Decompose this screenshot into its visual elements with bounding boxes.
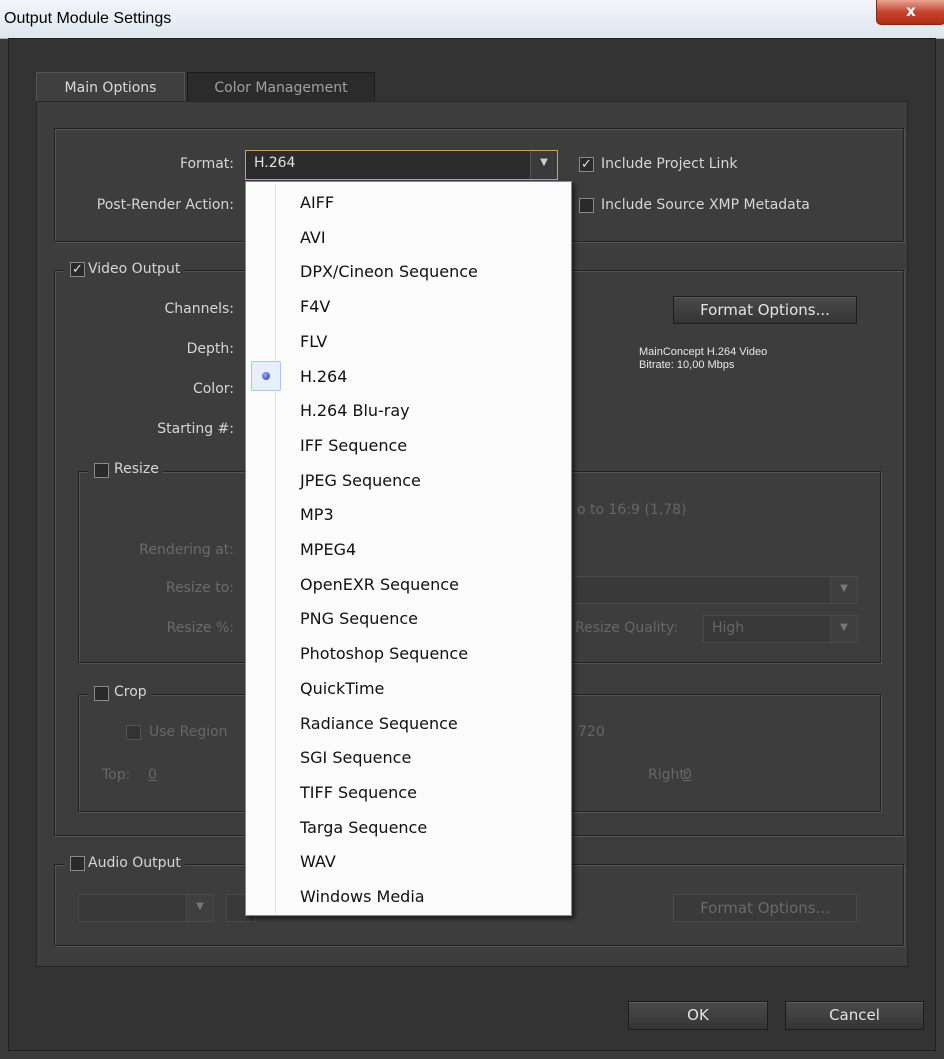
menu-item-label: WAV [300,852,336,872]
menu-item-label: FLV [300,331,328,351]
aspect-ratio-text: o to 16:9 (1,78) [577,502,687,518]
resize-to-label: Resize to: [165,580,234,596]
title-bar: Output Module Settings [0,0,944,39]
resize-checkbox[interactable] [94,463,109,478]
crop-top-label: Top: [102,767,131,783]
check-icon: ✓ [72,262,83,277]
resize-to-dropdown[interactable]: ▼ [572,576,858,604]
channels-label: Channels: [164,301,235,317]
menu-item-label: MP3 [300,505,334,525]
triangle-down-icon: ▼ [186,895,213,921]
menu-item-wav[interactable]: WAV [248,845,569,879]
menu-item-dpx-cineon-sequence[interactable]: DPX/Cineon Sequence [248,255,569,289]
menu-item-label: AIFF [300,193,335,212]
menu-item-radiance-sequence[interactable]: Radiance Sequence [248,707,569,741]
menu-item-label: DPX/Cineon Sequence [300,262,478,282]
menu-item-label: H.264 [300,366,348,386]
menu-item-label: H.264 Blu-ray [300,401,410,421]
menu-item-label: Targa Sequence [300,817,428,837]
close-icon: x [906,2,916,20]
crop-right-value[interactable]: 0 [683,767,692,783]
menu-item-label: SGI Sequence [300,748,412,768]
menu-item-windows-media[interactable]: Windows Media [248,880,569,914]
menu-item-label: PNG Sequence [300,609,419,629]
include-xmp-checkbox[interactable] [579,198,594,213]
audio-output-checkbox[interactable] [70,856,85,871]
menu-item-label: F4V [300,297,331,317]
resize-quality-value: High [712,620,745,636]
menu-item-h-264[interactable]: H.264 [248,360,569,394]
format-dropdown[interactable]: H.264 ▼ [245,150,558,180]
menu-item-sgi-sequence[interactable]: SGI Sequence [248,741,569,775]
ok-button[interactable]: OK [628,1001,768,1030]
audio-rate-dropdown[interactable]: ▼ [78,894,214,922]
menu-item-label: JPEG Sequence [300,470,421,490]
menu-item-quicktime[interactable]: QuickTime [248,672,569,706]
codec-info-line1: MainConcept H.264 Video [639,346,768,358]
resize-quality-label: Resize Quality: [575,620,679,636]
menu-item-tiff-sequence[interactable]: TIFF Sequence [248,776,569,810]
menu-item-avi[interactable]: AVI [248,221,569,255]
menu-item-png-sequence[interactable]: PNG Sequence [248,602,569,636]
triangle-down-icon: ▼ [530,151,557,179]
window-title: Output Module Settings [4,10,172,27]
check-icon: ✓ [581,157,592,172]
video-output-label: Video Output [88,261,181,277]
menu-item-label: AVI [300,227,326,247]
video-output-checkbox[interactable]: ✓ [70,262,85,277]
menu-item-aiff[interactable]: AIFF [248,186,569,220]
codec-info-line2: Bitrate: 10,00 Mbps [639,359,735,371]
menu-item-photoshop-sequence[interactable]: Photoshop Sequence [248,637,569,671]
format-value: H.264 [254,155,296,171]
rendering-at-label: Rendering at: [139,542,234,558]
cancel-button[interactable]: Cancel [785,1001,924,1030]
triangle-down-icon: ▼ [830,616,857,642]
tab-main-options[interactable]: Main Options [36,72,185,102]
resize-percent-label: Resize %: [166,620,234,636]
include-project-link-label: Include Project Link [601,156,738,172]
menu-item-openexr-sequence[interactable]: OpenEXR Sequence [248,568,569,602]
menu-item-h-264-blu-ray[interactable]: H.264 Blu-ray [248,394,569,428]
video-format-options-button[interactable]: Format Options... [673,296,857,324]
menu-item-f4v[interactable]: F4V [248,290,569,324]
menu-item-label: OpenEXR Sequence [300,574,459,594]
triangle-down-icon: ▼ [830,577,857,603]
menu-item-label: Windows Media [300,887,425,906]
resize-label: Resize [114,461,159,477]
post-render-label: Post-Render Action: [96,197,234,213]
menu-item-targa-sequence[interactable]: Targa Sequence [248,811,569,845]
audio-format-options-button[interactable]: Format Options... [673,894,857,922]
close-button[interactable]: x [876,0,944,25]
crop-top-value[interactable]: 0 [148,767,157,783]
crop-size-text: 720 [578,724,605,740]
menu-item-mp3[interactable]: MP3 [248,498,569,532]
radio-bullet-icon [251,360,281,391]
tab-color-management[interactable]: Color Management [187,72,375,102]
starting-number-label: Starting #: [157,421,234,437]
format-label: Format: [179,156,234,172]
menu-item-jpeg-sequence[interactable]: JPEG Sequence [248,464,569,498]
crop-label: Crop [114,684,147,700]
menu-item-mpeg4[interactable]: MPEG4 [248,533,569,567]
menu-item-label: IFF Sequence [300,435,408,455]
use-region-label: Use Region [149,724,228,740]
depth-label: Depth: [186,341,234,357]
menu-item-label: Photoshop Sequence [300,644,469,664]
menu-item-label: QuickTime [300,678,385,698]
audio-output-label: Audio Output [88,855,181,871]
menu-item-label: MPEG4 [300,540,357,559]
menu-item-label: Radiance Sequence [300,713,458,733]
include-project-link-checkbox[interactable]: ✓ [579,157,594,172]
menu-item-flv[interactable]: FLV [248,325,569,359]
menu-item-iff-sequence[interactable]: IFF Sequence [248,429,569,463]
crop-checkbox[interactable] [94,686,109,701]
menu-item-label: TIFF Sequence [300,782,417,802]
bullet-dot [262,371,270,380]
resize-quality-dropdown[interactable]: High ▼ [703,615,858,643]
include-xmp-label: Include Source XMP Metadata [601,197,810,213]
format-dropdown-menu: AIFF AVI DPX/Cineon Sequence F4V FLV H.264 H.2… [245,181,572,916]
color-label: Color: [192,381,234,397]
use-region-checkbox[interactable] [126,725,141,740]
